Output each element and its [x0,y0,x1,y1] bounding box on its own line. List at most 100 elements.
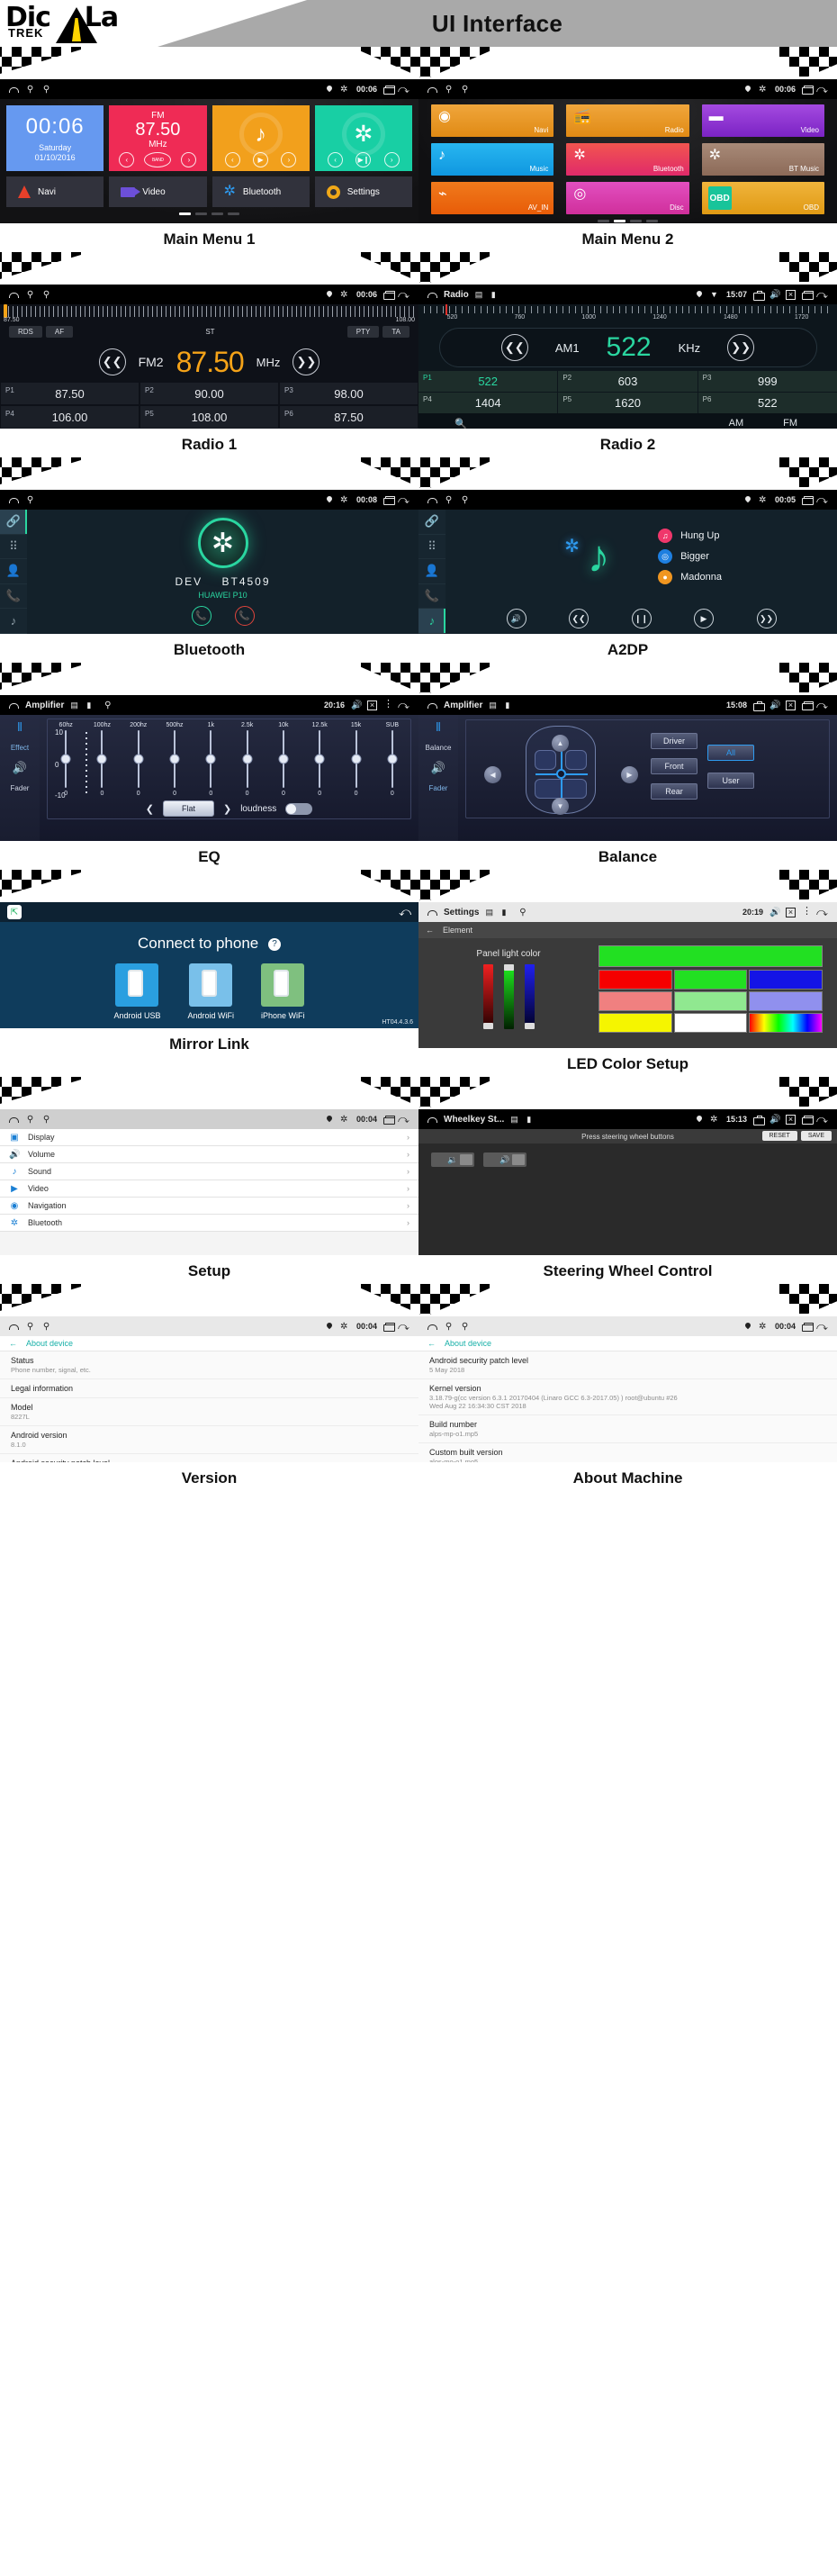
recents-icon[interactable] [802,85,814,95]
volume-icon[interactable]: 🔊 [770,700,780,710]
volume-icon[interactable]: 🔊 [351,700,362,710]
radio-band-button[interactable]: BAND [144,152,172,167]
sidebar-item-music[interactable]: ♪ [418,609,446,634]
settings-item-navigation[interactable]: ◉ Navigation › [0,1198,418,1215]
music-play-button[interactable]: ▶ [253,152,269,167]
eq-slider-track[interactable] [314,730,325,788]
recents-icon[interactable] [383,1322,395,1332]
preset-button[interactable]: P5 1620 [558,393,698,413]
home-icon[interactable] [428,1115,437,1125]
sidebar-label-fader[interactable]: Fader [429,784,448,792]
eq-band[interactable]: 0 [125,730,152,797]
preset-name-button[interactable]: Flat [162,800,214,817]
back-icon[interactable]: ⤺ [816,1320,828,1333]
recents-icon[interactable] [802,1322,814,1332]
preset-user-button[interactable]: User [707,773,754,789]
recents-icon[interactable] [802,1115,814,1125]
eq-slider-knob[interactable] [242,754,253,764]
balance-center-point[interactable] [556,769,566,779]
radio-prev-button[interactable]: ‹ [119,152,135,167]
swatch-red[interactable] [598,970,672,990]
close-icon[interactable]: × [786,907,796,917]
recents-icon[interactable] [383,290,395,300]
back-icon[interactable]: ⤺ [399,905,411,919]
end-call-button[interactable]: 📞 [234,606,255,626]
music-prev-button[interactable]: ‹ [224,152,240,167]
option-android-usb[interactable]: Android USB [113,963,161,1020]
back-icon[interactable]: ⤺ [816,493,828,506]
home-icon[interactable] [9,495,19,505]
green-slider[interactable] [503,964,514,1029]
eq-band[interactable]: 0 [197,730,224,797]
sidebar-item-dialpad[interactable]: ⠿ [0,535,27,560]
home-icon[interactable] [9,1115,19,1125]
page-dot-4[interactable] [646,220,658,222]
app-tile-video[interactable]: ▬ Video [701,104,824,137]
bluetooth-widget[interactable]: ✲ ‹ ▶❙ › [314,105,412,171]
seek-prev-button[interactable]: ❮❮ [98,348,126,375]
settings-item-video[interactable]: ▶ Video › [0,1180,418,1198]
eq-slider-knob[interactable] [60,754,71,764]
eq-slider-track[interactable] [60,730,71,788]
swatch-blue[interactable] [749,970,823,990]
eq-slider-track[interactable] [169,730,180,788]
help-icon[interactable]: ? [267,938,281,951]
home-icon[interactable] [9,1322,19,1332]
back-arrow-icon[interactable]: ← [428,1339,436,1348]
eq-band[interactable]: 0 [379,730,406,797]
previous-track-button[interactable]: ❮❮ [569,609,589,628]
ta-button[interactable]: TA [382,326,410,338]
page-dot-4[interactable] [228,212,239,215]
preset-button[interactable]: P3 999 [698,371,837,392]
app-tile-music[interactable]: ♪ Music [431,143,554,176]
play-button[interactable]: ▶ [694,609,714,628]
eq-slider-knob[interactable] [205,754,216,764]
page-dot-3[interactable] [212,212,223,215]
volume-icon[interactable]: 🔊 [506,609,526,628]
clock-widget[interactable]: 00:06 Saturday 01/10/2016 [6,105,104,171]
shortcut-video[interactable]: Video [109,176,207,207]
music-next-button[interactable]: › [281,152,297,167]
eq-slider-track[interactable] [133,730,144,788]
rds-button[interactable]: RDS [9,326,42,338]
home-icon[interactable] [9,85,19,95]
recents-icon[interactable] [383,85,395,95]
screenshot-icon[interactable] [753,290,765,301]
app-tile-navi[interactable]: ◉ Navi [431,104,554,137]
app-tile-bt-music[interactable]: ✲ BT Music [701,143,824,176]
screenshot-icon[interactable] [753,1115,765,1125]
preset-rear-button[interactable]: Rear [651,783,698,800]
home-icon[interactable] [9,700,19,710]
app-tile-radio[interactable]: 📻 Radio [566,104,689,137]
fader-down-button[interactable]: ▼ [552,798,569,815]
speaker-icon[interactable]: 🔊 [431,761,446,775]
preset-driver-button[interactable]: Driver [651,733,698,749]
sidebar-item-calllog[interactable]: 📞 [418,584,446,610]
steering-key-volume-down[interactable]: 🔉 [431,1152,474,1167]
pty-button[interactable]: PTY [346,326,380,338]
answer-call-button[interactable]: 📞 [191,606,212,626]
recents-icon[interactable] [383,1115,395,1125]
close-icon[interactable]: × [786,289,796,300]
home-icon[interactable] [428,290,437,300]
eq-band[interactable]: 0 [306,730,333,797]
about-item[interactable]: Legal information [0,1379,418,1398]
frequency-scale[interactable]: 87.50 108.00 [0,304,418,323]
volume-icon[interactable]: 🔊 [770,908,780,917]
green-slider-thumb[interactable] [503,964,514,971]
speaker-icon[interactable]: 🔊 [13,761,27,775]
close-icon[interactable]: × [786,1114,796,1125]
equalizer-icon[interactable]: ⦀ [17,720,22,735]
eq-band[interactable]: 0 [270,730,297,797]
seek-next-button[interactable]: ❯❯ [727,334,755,361]
pause-button[interactable]: ❙❙ [631,609,652,628]
back-icon[interactable]: ⤺ [816,83,828,95]
page-dot-1[interactable] [598,220,609,222]
overflow-menu-icon[interactable]: ⋮ [802,906,812,917]
sidebar-item-calllog[interactable]: 📞 [0,584,27,610]
settings-item-sound[interactable]: ♪ Sound › [0,1163,418,1180]
preset-button[interactable]: P3 98.00 [280,383,418,404]
app-tile-av-in[interactable]: ⌁ AV_IN [431,182,554,214]
back-icon[interactable]: ⤺ [398,83,410,95]
preset-button[interactable]: P1 522 [418,371,558,392]
